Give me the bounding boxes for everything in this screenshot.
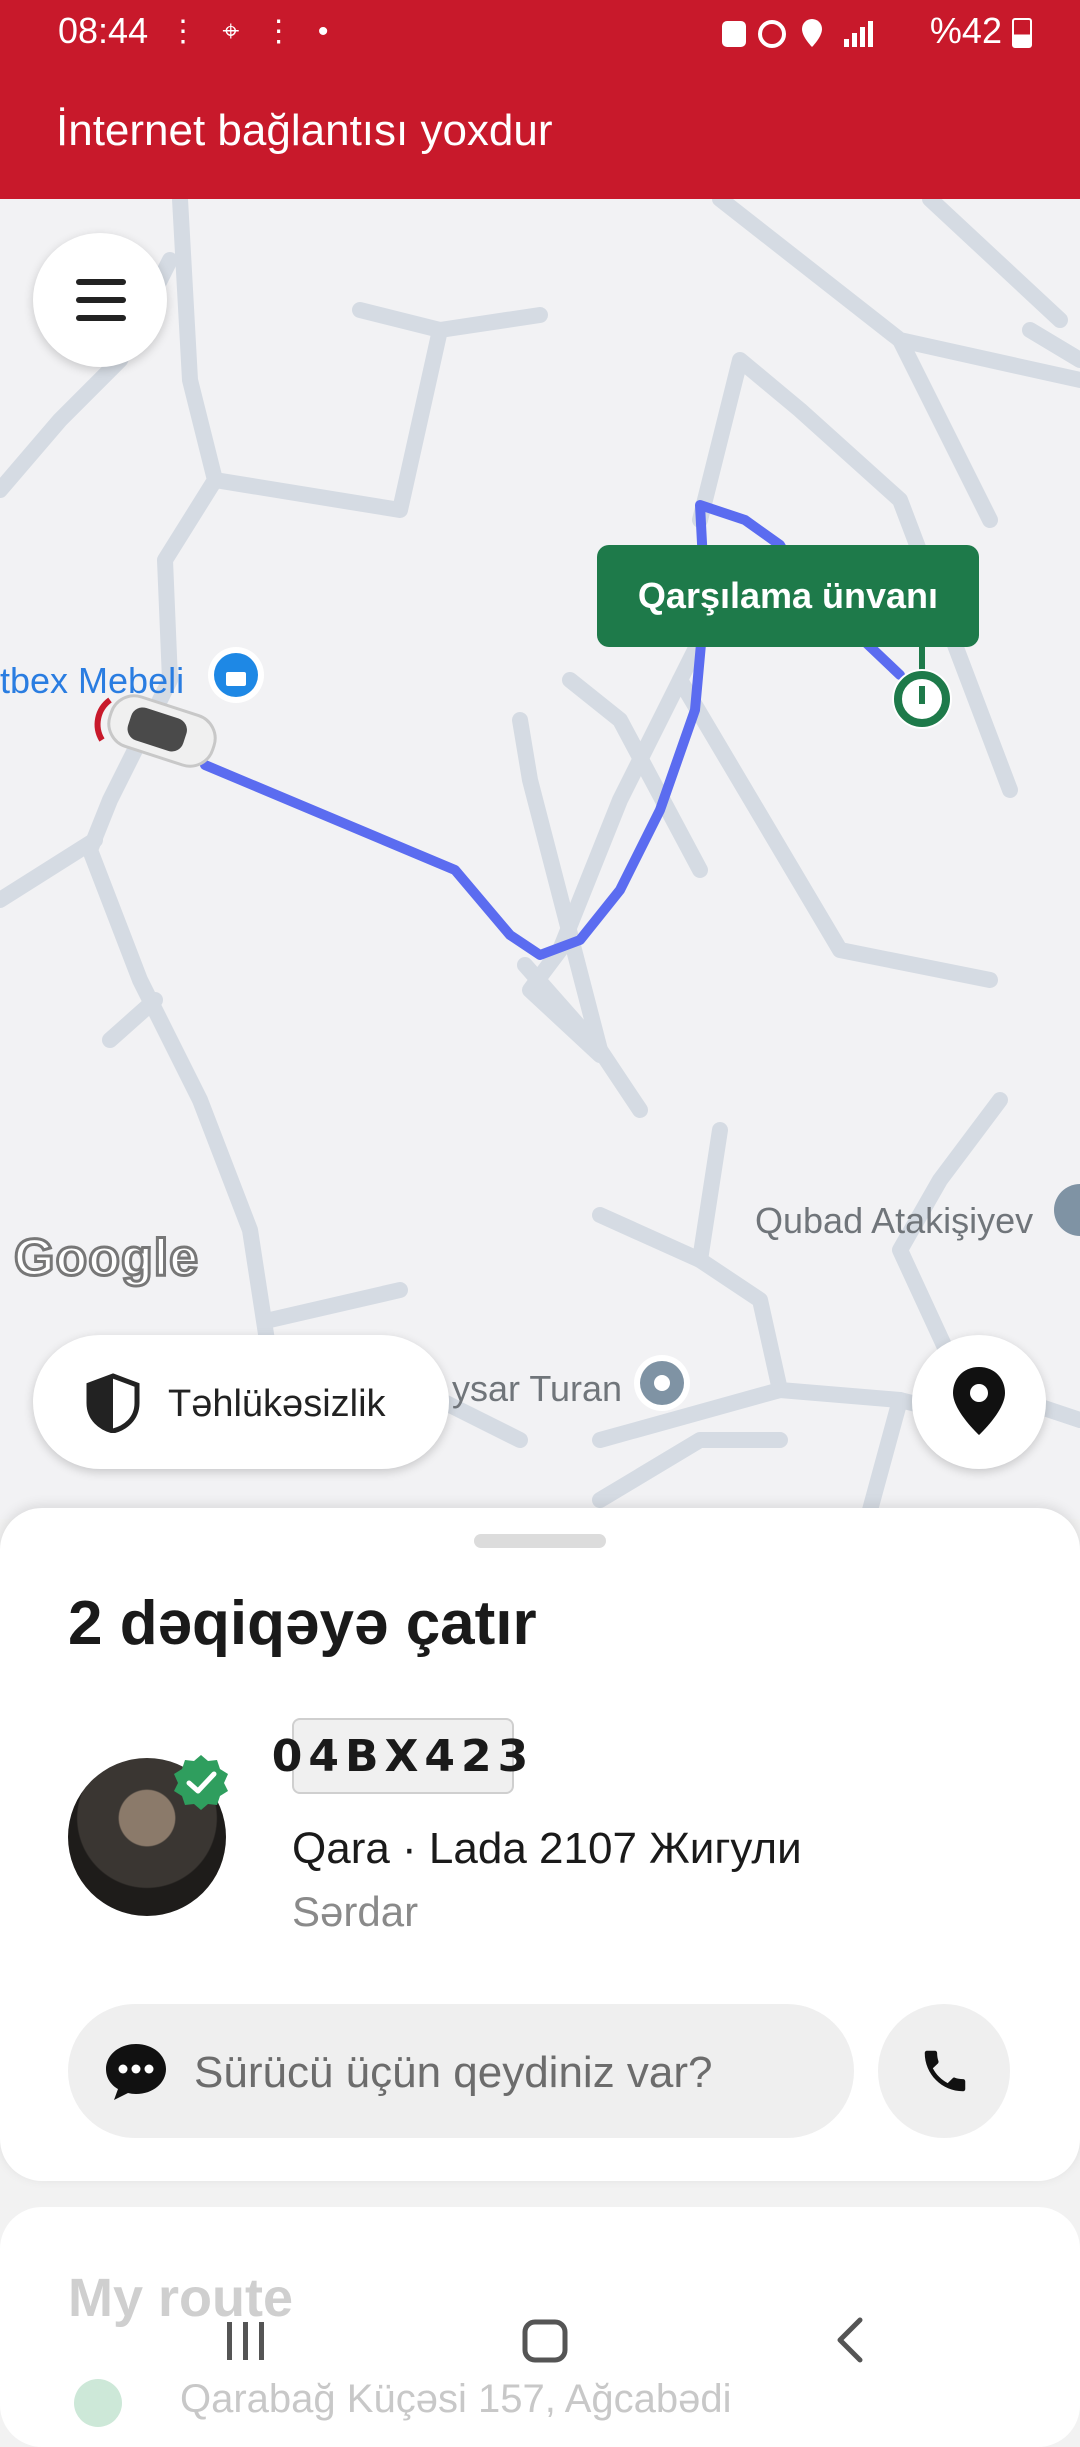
back-button[interactable] <box>790 2300 910 2380</box>
chat-bubble-icon <box>106 2044 166 2100</box>
route-start-dot-icon <box>74 2379 122 2427</box>
call-driver-button[interactable] <box>878 2004 1010 2138</box>
phone-icon <box>924 2050 966 2092</box>
offline-banner: İnternet bağlantısı yoxdur <box>0 64 1080 199</box>
menu-button[interactable] <box>33 233 167 367</box>
drag-handle[interactable] <box>474 1534 606 1548</box>
poi-label-qubad: Qubad Atakişiyev <box>755 1200 1034 1241</box>
car-description: Qara · Lada 2107 Жигули <box>292 1824 802 1873</box>
route-address: Qarabağ Küçəsi 157, Ağcabədi <box>180 2377 732 2421</box>
dot-icon: • <box>317 15 337 48</box>
pickup-address-label[interactable]: Qarşılama ünvanı <box>597 545 979 647</box>
driver-car-icon <box>94 694 217 768</box>
location-icon: ⌖ <box>222 15 248 48</box>
status-bar: 08:44 ⋮ ⌖ ⋮ • %42 <box>0 0 1080 64</box>
driver-note-placeholder: Sürücü üçün qeydiniz var? <box>194 2048 713 2097</box>
driver-name: Sərdar <box>292 1888 419 1935</box>
shop-pin-icon <box>208 647 264 703</box>
eta-title: 2 dəqiqəyə çatır <box>68 1589 537 1658</box>
alarm-icon <box>757 20 786 49</box>
license-plate: 04BX423 <box>272 1718 528 1794</box>
system-icons <box>721 19 873 49</box>
ride-info-sheet: 2 dəqiqəyə çatır 04BX423 Qara · Lada 210… <box>0 1508 1080 2181</box>
map-roads <box>0 199 1080 1518</box>
safety-label: Təhlükəsizlik <box>168 1383 386 1425</box>
location-icon <box>801 19 822 48</box>
poi-label-turan: ysar Turan <box>452 1368 623 1409</box>
verified-badge-icon <box>174 1755 228 1810</box>
pickup-pin-icon <box>892 645 952 729</box>
safety-button[interactable]: Təhlükəsizlik <box>33 1335 449 1469</box>
map-view[interactable] <box>0 199 1080 1519</box>
footprints-icon: ⋮ <box>263 15 302 48</box>
home-button[interactable] <box>485 2300 605 2380</box>
status-time: 08:44 <box>58 10 149 51</box>
notification-icons: ⋮ ⌖ ⋮ • <box>168 14 336 49</box>
system-nav-bar <box>0 2300 1080 2380</box>
alarm-lock-icon <box>721 21 746 48</box>
recent-apps-icon <box>227 2322 264 2360</box>
location-pin-icon <box>953 1367 1005 1435</box>
poi-label-mebel: tbex Mebeli <box>0 660 185 701</box>
footprints-icon: ⋮ <box>168 15 206 48</box>
back-chevron-icon <box>837 2317 863 2363</box>
battery-icon <box>1012 18 1032 49</box>
my-location-button[interactable] <box>912 1335 1046 1469</box>
offline-banner-text: İnternet bağlantısı yoxdur <box>56 106 553 155</box>
driver-note-input[interactable]: Sürücü üçün qeydiniz var? <box>68 2004 854 2138</box>
battery-text: %42 <box>929 10 1002 51</box>
poi-pin-icon <box>634 1355 690 1411</box>
google-logo: Google <box>12 1228 200 1289</box>
status-right: %42 <box>720 10 1032 52</box>
poi-pin-icon <box>1054 1184 1080 1236</box>
recent-apps-button[interactable] <box>185 2300 305 2380</box>
home-icon <box>522 2319 568 2363</box>
shield-icon <box>86 1373 140 1433</box>
